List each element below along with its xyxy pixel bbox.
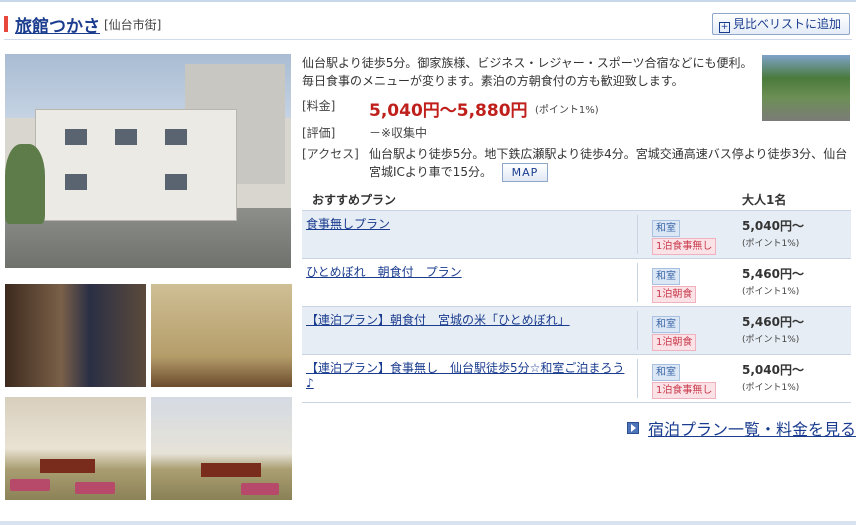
plan-divider bbox=[637, 359, 638, 398]
photo-street-view[interactable] bbox=[762, 55, 850, 121]
room-type-badge: 和室 bbox=[652, 316, 680, 333]
plan-link[interactable]: 【連泊プラン】食事無し 仙台駅徒歩5分☆和室ご泊まろう♪ bbox=[306, 361, 631, 391]
price-point-rate: (ポイント1%) bbox=[535, 105, 599, 116]
photo-cushion bbox=[10, 479, 50, 491]
map-button[interactable]: MAP bbox=[501, 163, 548, 182]
plan-row: 【連泊プラン】食事無し 仙台駅徒歩5分☆和室ご泊まろう♪ 和室 1泊食事無し 5… bbox=[302, 355, 851, 403]
meal-type-badge: 1泊食事無し bbox=[652, 382, 717, 399]
arrow-right-icon bbox=[627, 422, 639, 434]
plan-price: 5,040円〜 bbox=[742, 219, 804, 233]
plan-point-rate: (ポイント1%) bbox=[742, 383, 800, 393]
room-type-badge: 和室 bbox=[652, 220, 680, 237]
plans-header: おすすめプラン 大人1名 bbox=[302, 190, 851, 211]
photo-window bbox=[165, 129, 187, 145]
hotel-description: 仙台駅より徒歩5分。御家族様、ビジネス・レジャー・スポーツ合宿などにも便利。毎日… bbox=[302, 56, 753, 88]
title-bar: 旅館つかさ [仙台市街] + 見比べリストに追加 bbox=[4, 10, 852, 40]
plan-link[interactable]: 食事無しプラン bbox=[306, 217, 631, 232]
photo-hallway[interactable] bbox=[5, 284, 146, 387]
review-label: [評価] bbox=[302, 126, 336, 140]
plans-header-plan: おすすめプラン bbox=[312, 193, 397, 207]
plans-table: おすすめプラン 大人1名 食事無しプラン 和室 1泊食事無し 5,040円〜 (… bbox=[302, 190, 851, 403]
photo-window bbox=[115, 129, 137, 145]
plan-row: 食事無しプラン 和室 1泊食事無し 5,040円〜 (ポイント1%) bbox=[302, 211, 851, 259]
photo-alcove[interactable] bbox=[151, 284, 292, 387]
top-border bbox=[0, 0, 856, 2]
review-value: －※収集中 bbox=[369, 126, 428, 140]
plan-point-rate: (ポイント1%) bbox=[742, 335, 800, 345]
price-label: [料金] bbox=[302, 99, 336, 113]
meal-type-badge: 1泊食事無し bbox=[652, 238, 717, 255]
plan-divider bbox=[637, 215, 638, 254]
plan-point-rate: (ポイント1%) bbox=[742, 239, 800, 249]
compare-button-label: 見比べリストに追加 bbox=[732, 17, 841, 31]
plan-divider bbox=[637, 263, 638, 302]
title-divider bbox=[4, 39, 852, 40]
photo-tree bbox=[5, 144, 45, 224]
plus-icon: + bbox=[718, 22, 730, 33]
plans-header-price: 大人1名 bbox=[742, 193, 787, 207]
plan-link[interactable]: ひとめぼれ 朝食付 プラン bbox=[306, 265, 631, 280]
room-type-badge: 和室 bbox=[652, 364, 680, 381]
access-text: 仙台駅より徒歩5分。地下鉄広瀬駅より徒歩4分。宮城交通高速バス停より徒歩3分、仙… bbox=[369, 147, 848, 179]
photo-guest-room-1[interactable] bbox=[5, 397, 146, 500]
bottom-border bbox=[0, 521, 856, 525]
access-info: 仙台駅より徒歩5分。地下鉄広瀬駅より徒歩4分。宮城交通高速バス停より徒歩3分、仙… bbox=[369, 145, 851, 182]
plan-price: 5,460円〜 bbox=[742, 315, 804, 329]
photo-cushion bbox=[75, 482, 115, 494]
photo-window bbox=[165, 174, 187, 190]
photo-window bbox=[65, 129, 87, 145]
meal-type-badge: 1泊朝食 bbox=[652, 334, 697, 351]
add-to-compare-button[interactable]: + 見比べリストに追加 bbox=[711, 13, 850, 35]
photo-table bbox=[40, 459, 95, 473]
photo-cushion bbox=[241, 483, 279, 495]
all-plans-label: 宿泊プラン一覧・料金を見る bbox=[648, 420, 856, 439]
access-label: [アクセス] bbox=[302, 147, 359, 161]
main-photo-exterior[interactable] bbox=[5, 54, 291, 268]
photo-building-front bbox=[35, 109, 237, 221]
photo-guest-room-2[interactable] bbox=[151, 397, 292, 500]
meal-type-badge: 1泊朝食 bbox=[652, 286, 697, 303]
plan-price: 5,460円〜 bbox=[742, 267, 804, 281]
plan-link[interactable]: 【連泊プラン】朝食付 宮城の米「ひとめぼれ」 bbox=[306, 313, 631, 328]
photo-table bbox=[201, 463, 261, 477]
plan-row: 【連泊プラン】朝食付 宮城の米「ひとめぼれ」 和室 1泊朝食 5,460円〜 (… bbox=[302, 307, 851, 355]
plan-point-rate: (ポイント1%) bbox=[742, 287, 800, 297]
hotel-name-link[interactable]: 旅館つかさ bbox=[15, 12, 100, 37]
all-plans-link[interactable]: 宿泊プラン一覧・料金を見る bbox=[627, 416, 856, 440]
area-label: [仙台市街] bbox=[104, 18, 162, 32]
title-accent-mark bbox=[4, 16, 8, 32]
plan-price: 5,040円〜 bbox=[742, 363, 804, 377]
plan-row: ひとめぼれ 朝食付 プラン 和室 1泊朝食 5,460円〜 (ポイント1%) bbox=[302, 259, 851, 307]
plan-divider bbox=[637, 311, 638, 350]
room-type-badge: 和室 bbox=[652, 268, 680, 285]
photo-window bbox=[65, 174, 87, 190]
price-range: 5,040円〜5,880円 bbox=[369, 101, 528, 121]
